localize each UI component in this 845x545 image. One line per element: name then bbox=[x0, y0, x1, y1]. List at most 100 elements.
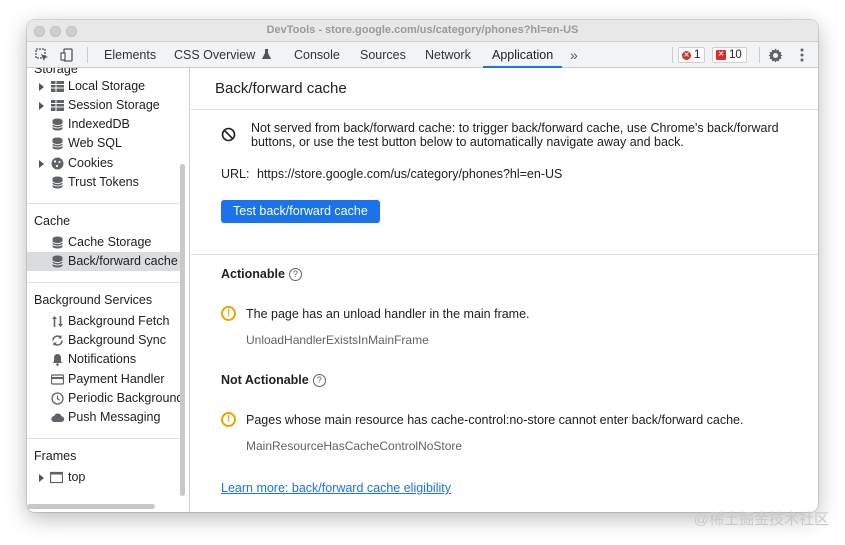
sidebar-item-notifications[interactable]: Notifications bbox=[27, 350, 180, 369]
toolbar-separator bbox=[759, 47, 760, 63]
errors-badge[interactable]: ✕ 1 bbox=[678, 47, 706, 63]
inspect-element-icon[interactable] bbox=[33, 46, 51, 64]
sidebar-item-periodic-background-sync[interactable]: Periodic Background bbox=[27, 389, 184, 408]
back-forward-cache-panel: Back/forward cache Not served from back/… bbox=[191, 68, 818, 512]
sidebar-divider bbox=[27, 203, 180, 204]
background-services-header: Background Services bbox=[34, 293, 153, 307]
expand-arrow-icon[interactable] bbox=[39, 474, 44, 482]
sidebar-item-background-sync[interactable]: Background Sync bbox=[27, 331, 180, 350]
tab-css-overview-label: CSS Overview bbox=[174, 48, 256, 62]
cookie-icon bbox=[51, 157, 64, 170]
devtools-toolbar: Elements CSS Overview Console Sources Ne… bbox=[27, 42, 818, 68]
status-message: Not served from back/forward cache: to t… bbox=[251, 121, 779, 149]
sidebar-item-label: Payment Handler bbox=[68, 372, 165, 386]
database-icon bbox=[52, 118, 63, 131]
sidebar-item-cookies[interactable]: Cookies bbox=[27, 154, 180, 173]
more-options-icon[interactable] bbox=[793, 46, 811, 64]
help-icon[interactable]: ? bbox=[288, 267, 302, 281]
sidebar-item-payment-handler[interactable]: Payment Handler bbox=[27, 370, 180, 389]
sidebar-item-back-forward-cache[interactable]: Back/forward cache bbox=[27, 252, 180, 271]
sidebar-divider bbox=[27, 282, 180, 283]
sidebar-item-label: Cookies bbox=[68, 156, 114, 170]
sidebar-item-label: top bbox=[68, 470, 86, 484]
sidebar-item-label: Session Storage bbox=[68, 98, 160, 112]
sidebar-item-label: Background Sync bbox=[68, 333, 166, 347]
url-row: URL: https://store.google.com/us/categor… bbox=[221, 167, 562, 181]
errors-count: 1 bbox=[694, 49, 701, 61]
cloud-icon bbox=[51, 413, 64, 423]
window-title: DevTools - store.google.com/us/category/… bbox=[266, 24, 579, 36]
database-icon bbox=[52, 176, 63, 189]
actionable-section-title: Actionable ? bbox=[221, 267, 302, 281]
sidebar-item-session-storage[interactable]: Session Storage bbox=[27, 96, 180, 115]
not-actionable-title-text: Not Actionable bbox=[221, 373, 309, 387]
tab-console[interactable]: Console bbox=[294, 42, 340, 68]
not-actionable-section-title: Not Actionable ? bbox=[221, 373, 326, 387]
devtools-window: DevTools - store.google.com/us/category/… bbox=[27, 20, 818, 512]
sidebar-item-indexeddb[interactable]: IndexedDB bbox=[27, 115, 180, 134]
actionable-reason-text: The page has an unload handler in the ma… bbox=[246, 306, 530, 321]
tab-application[interactable]: Application bbox=[483, 42, 563, 68]
grid-icon bbox=[51, 100, 64, 111]
experiment-flask-icon bbox=[261, 43, 271, 69]
url-label: URL: bbox=[221, 167, 250, 181]
sidebar-item-cache-storage[interactable]: Cache Storage bbox=[27, 233, 180, 252]
expand-arrow-icon[interactable] bbox=[39, 83, 44, 91]
issues-badge[interactable]: ✕ 10 bbox=[712, 47, 747, 63]
not-actionable-reason-code: MainResourceHasCacheControlNoStore bbox=[246, 439, 463, 453]
sidebar-item-local-storage[interactable]: Local Storage bbox=[27, 77, 180, 96]
tab-css-overview[interactable]: CSS Overview bbox=[174, 42, 271, 68]
sidebar-scrollbar[interactable] bbox=[180, 164, 185, 496]
toolbar-separator bbox=[672, 47, 673, 63]
test-bfcache-button[interactable]: Test back/forward cache bbox=[221, 200, 380, 223]
section-divider bbox=[191, 254, 818, 255]
sync-icon bbox=[52, 335, 63, 346]
sidebar-item-label: Web SQL bbox=[68, 136, 122, 150]
sidebar-item-background-fetch[interactable]: Background Fetch bbox=[27, 312, 180, 331]
actionable-reason-code: UnloadHandlerExistsInMainFrame bbox=[246, 333, 429, 347]
sidebar-item-web-sql[interactable]: Web SQL bbox=[27, 134, 180, 153]
more-tabs-button[interactable]: » bbox=[570, 42, 578, 68]
sidebar-item-label: Periodic Background bbox=[68, 391, 184, 405]
page-title: Back/forward cache bbox=[215, 80, 347, 97]
sidebar-item-label: Trust Tokens bbox=[68, 175, 139, 189]
sidebar-item-label: Back/forward cache bbox=[68, 254, 178, 268]
settings-gear-icon[interactable] bbox=[766, 46, 784, 64]
sidebar-item-label: Background Fetch bbox=[68, 314, 170, 328]
warning-icon: ! bbox=[221, 412, 236, 427]
tab-elements[interactable]: Elements bbox=[104, 42, 156, 68]
cache-section-header: Cache bbox=[34, 214, 71, 228]
database-icon bbox=[52, 255, 63, 268]
sidebar-divider bbox=[27, 438, 180, 439]
tab-sources[interactable]: Sources bbox=[360, 42, 406, 68]
actionable-reason-row: ! The page has an unload handler in the … bbox=[221, 306, 530, 321]
error-icon: ✕ bbox=[682, 50, 691, 60]
expand-arrow-icon[interactable] bbox=[39, 160, 44, 168]
clock-icon bbox=[51, 392, 64, 405]
sidebar-item-label: Local Storage bbox=[68, 79, 146, 93]
storage-section-header: Storage bbox=[34, 68, 78, 76]
watermark-text: @稀土掘金技术社区 bbox=[693, 511, 829, 528]
warning-icon: ! bbox=[221, 306, 236, 321]
sidebar-horizontal-scrollbar[interactable] bbox=[27, 504, 155, 509]
learn-more-link[interactable]: Learn more: back/forward cache eligibili… bbox=[221, 481, 451, 495]
frame-icon bbox=[50, 471, 63, 484]
sidebar-item-trust-tokens[interactable]: Trust Tokens bbox=[27, 173, 180, 192]
bell-icon bbox=[52, 354, 63, 366]
blocked-icon bbox=[221, 127, 236, 142]
issues-count: 10 bbox=[729, 49, 742, 61]
tab-network[interactable]: Network bbox=[425, 42, 471, 68]
issue-icon: ✕ bbox=[716, 50, 726, 60]
application-sidebar: Storage Local Storage Session Storage In… bbox=[27, 68, 190, 512]
credit-card-icon bbox=[51, 374, 64, 385]
frames-section-header: Frames bbox=[34, 449, 77, 463]
sidebar-item-label: Cache Storage bbox=[68, 235, 152, 249]
sidebar-item-push-messaging[interactable]: Push Messaging bbox=[27, 408, 180, 427]
help-icon[interactable]: ? bbox=[312, 373, 326, 387]
not-actionable-reason-row: ! Pages whose main resource has cache-co… bbox=[221, 412, 744, 427]
expand-arrow-icon[interactable] bbox=[39, 102, 44, 110]
device-toolbar-icon[interactable] bbox=[58, 46, 76, 64]
sidebar-item-frame-top[interactable]: top bbox=[27, 468, 180, 487]
url-value: https://store.google.com/us/category/pho… bbox=[256, 167, 563, 181]
not-actionable-reason-text: Pages whose main resource has cache-cont… bbox=[246, 412, 744, 427]
